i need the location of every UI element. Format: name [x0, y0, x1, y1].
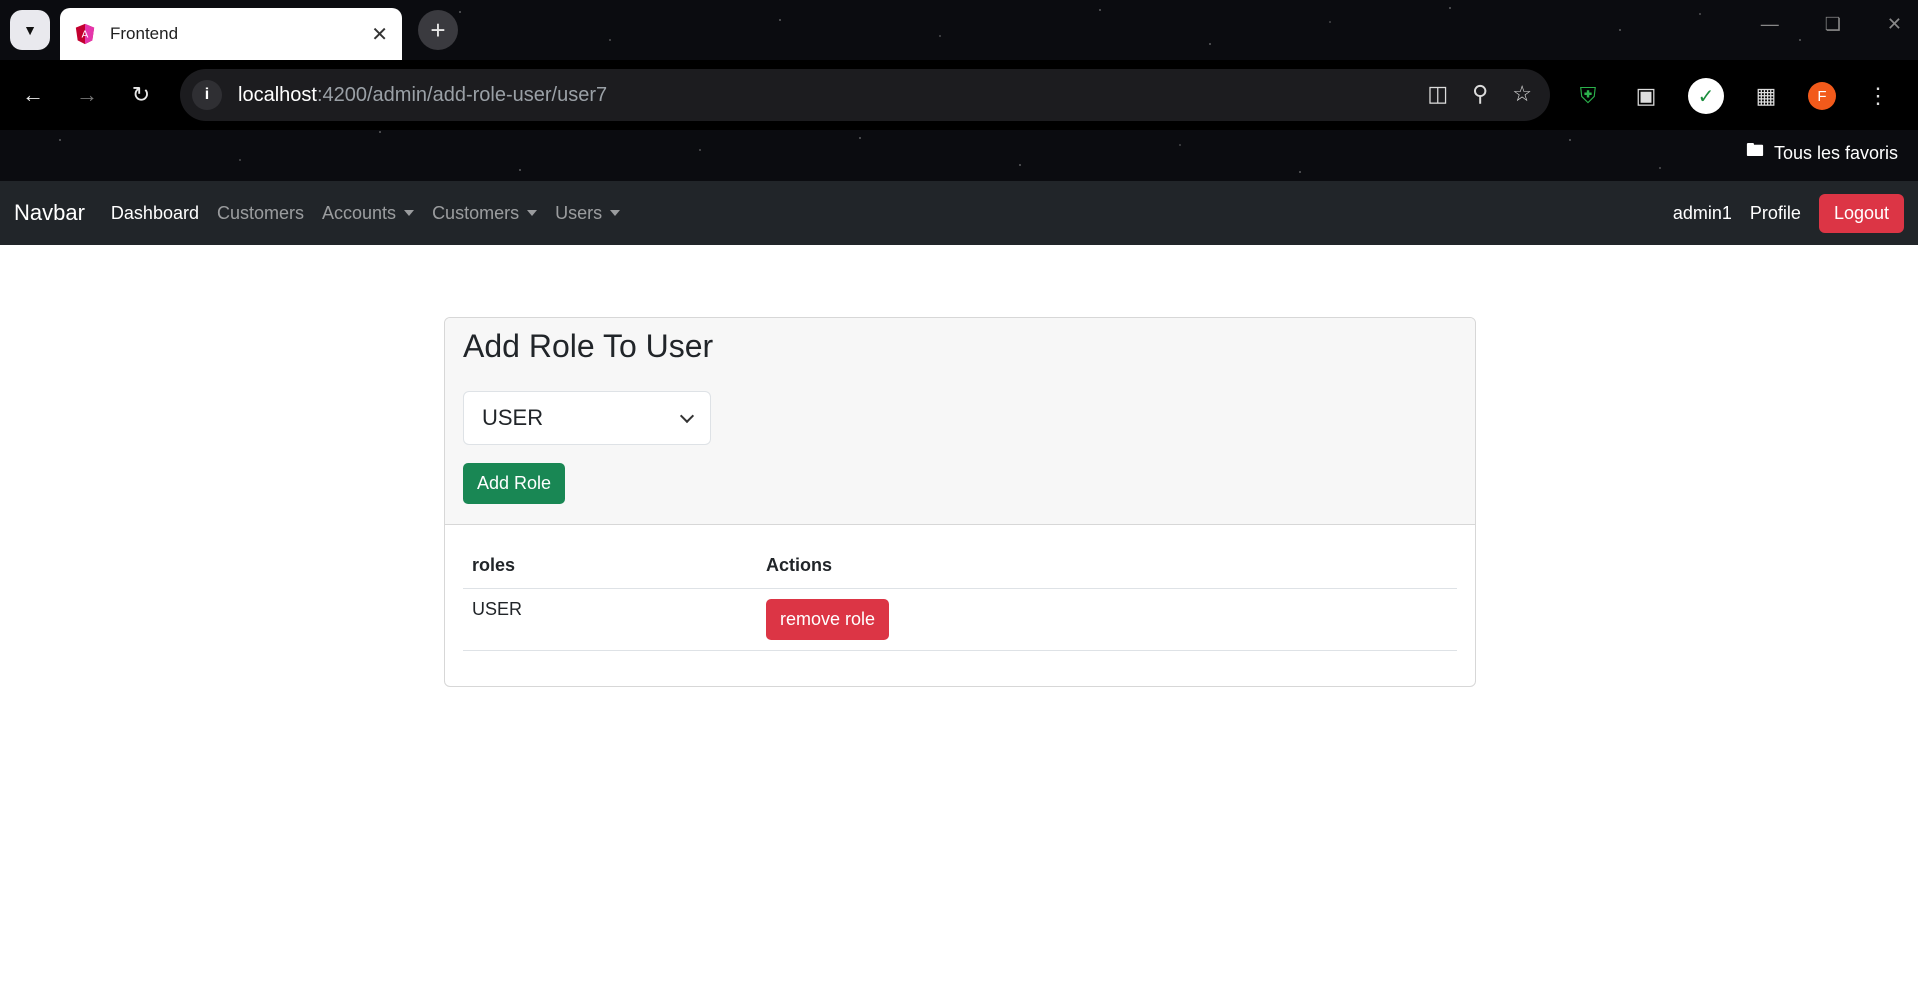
nav-customers-dropdown[interactable]: Customers — [432, 203, 538, 224]
caret-down-icon — [404, 210, 415, 216]
plus-icon: + — [430, 14, 446, 45]
browser-toolbar: ← → ↻ i localhost:4200/admin/add-role-us… — [0, 60, 1918, 130]
angular-icon: A — [75, 23, 95, 45]
camera-icon[interactable]: ▣ — [1630, 80, 1662, 112]
logout-button[interactable]: Logout — [1818, 193, 1904, 233]
omnibox-actions: ◫ ⚲ ☆ — [1427, 81, 1532, 107]
bookmarks-bar[interactable]: 🖿 Tous les favoris — [1746, 138, 1898, 168]
nav-username[interactable]: admin1 — [1673, 203, 1732, 224]
card-body: roles Actions USER remove role — [445, 525, 1475, 669]
remove-role-button[interactable]: remove role — [766, 599, 890, 640]
nav-dashboard[interactable]: Dashboard — [111, 203, 199, 224]
table-header-row: roles Actions — [463, 543, 1457, 589]
nav-users-dropdown[interactable]: Users — [555, 203, 621, 224]
caret-down-icon — [610, 210, 621, 216]
chevron-down-icon — [679, 408, 695, 424]
minimize-icon[interactable]: — — [1761, 14, 1779, 35]
app-navbar: Navbar Dashboard Customers Accounts Cust… — [0, 181, 1918, 245]
site-info-icon[interactable]: i — [192, 80, 222, 110]
actions-cell: remove role — [757, 588, 1457, 651]
column-header-roles: roles — [463, 543, 757, 589]
page-title: Add Role To User — [463, 328, 714, 364]
browser-tab[interactable]: A Frontend ✕ — [60, 8, 402, 60]
zoom-icon[interactable]: ⚲ — [1472, 81, 1488, 107]
check-icon[interactable]: ✓ — [1688, 78, 1724, 114]
nav-customers[interactable]: Customers — [217, 203, 304, 224]
restore-icon[interactable]: ❏ — [1825, 14, 1841, 35]
profile-avatar[interactable]: F — [1808, 82, 1836, 110]
menu-icon[interactable]: ⋮ — [1862, 80, 1894, 112]
translate-icon[interactable]: ◫ — [1427, 81, 1448, 107]
browser-chrome: ▼ A Frontend ✕ + — ❏ ✕ ← → ↻ i localhost… — [0, 0, 1918, 181]
window-controls: — ❏ ✕ — [1761, 14, 1902, 35]
close-window-icon[interactable]: ✕ — [1887, 14, 1902, 35]
caret-down-icon — [527, 210, 538, 216]
chevron-down-icon: ▼ — [23, 22, 37, 38]
navbar-right: admin1 Profile Logout — [1673, 193, 1904, 233]
shield-icon[interactable]: ⛨ — [1572, 80, 1604, 112]
add-role-card: Add Role To User USER Add Role roles Act… — [444, 317, 1476, 687]
tab-search-button[interactable]: ▼ — [10, 10, 50, 50]
puzzle-icon[interactable]: ▦ — [1750, 80, 1782, 112]
back-icon[interactable]: ← — [16, 78, 50, 112]
column-header-actions: Actions — [757, 543, 1457, 589]
extensions-area: ⛨ ▣ ✓ ▦ F ⋮ — [1572, 78, 1894, 114]
navbar-brand[interactable]: Navbar — [14, 200, 85, 226]
add-role-button[interactable]: Add Role — [463, 463, 566, 504]
address-bar[interactable]: i localhost:4200/admin/add-role-user/use… — [180, 69, 1550, 121]
forward-icon[interactable]: → — [70, 78, 104, 112]
close-icon[interactable]: ✕ — [371, 22, 388, 47]
folder-icon: 🖿 — [1745, 140, 1764, 160]
role-cell: USER — [463, 588, 757, 651]
url-text[interactable]: localhost:4200/admin/add-role-user/user7 — [238, 84, 607, 107]
tab-title: Frontend — [110, 24, 179, 43]
card-header: Add Role To User USER Add Role — [445, 318, 1475, 525]
nav-profile[interactable]: Profile — [1750, 203, 1801, 224]
role-select[interactable]: USER — [463, 391, 711, 445]
star-icon[interactable]: ☆ — [1512, 81, 1532, 107]
role-select-value: USER — [482, 405, 544, 430]
roles-table: roles Actions USER remove role — [463, 543, 1457, 651]
reload-icon[interactable]: ↻ — [124, 78, 158, 112]
svg-text:A: A — [82, 30, 89, 41]
table-row: USER remove role — [463, 588, 1457, 651]
nav-accounts-dropdown[interactable]: Accounts — [322, 203, 415, 224]
new-tab-button[interactable]: + — [418, 10, 458, 50]
all-bookmarks-label: Tous les favoris — [1773, 142, 1898, 163]
